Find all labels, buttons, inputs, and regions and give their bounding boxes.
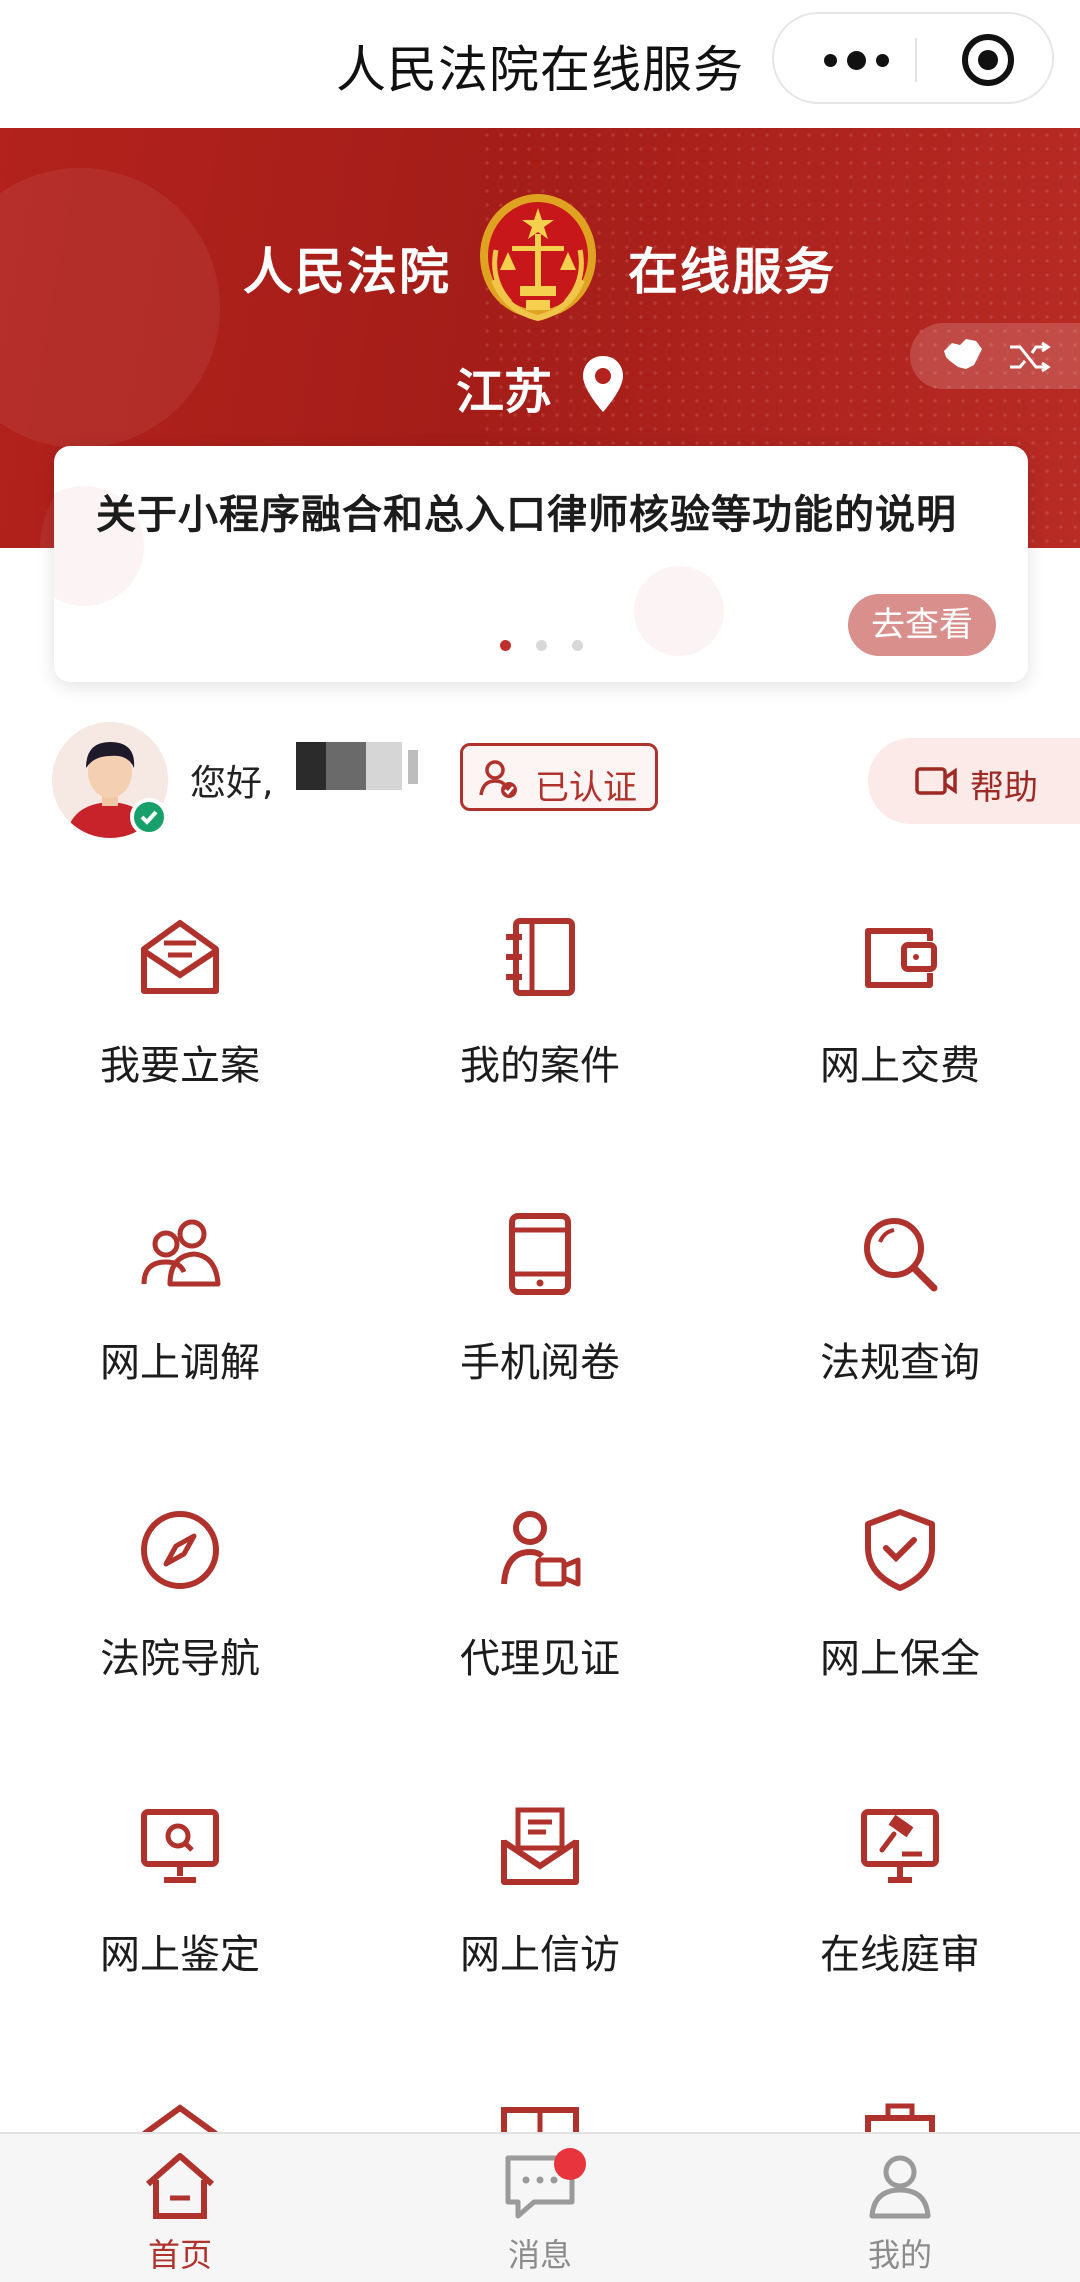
tablet-icon bbox=[509, 1213, 571, 1295]
video-camera-icon bbox=[915, 767, 957, 795]
partial-service-icon bbox=[501, 2107, 579, 2134]
verified-check-icon bbox=[130, 798, 168, 836]
more-dots-icon[interactable] bbox=[810, 40, 902, 80]
banner-glow bbox=[0, 168, 220, 448]
service-label: 网上交费 bbox=[820, 1043, 980, 1089]
brand-right: 在线服务 bbox=[628, 243, 836, 301]
brand-left: 人民法院 bbox=[243, 243, 451, 301]
magnifier-icon bbox=[864, 1218, 938, 1292]
partial-service-icon bbox=[865, 2103, 935, 2134]
service-label: 网上信访 bbox=[460, 1932, 620, 1978]
service-label: 法院导航 bbox=[100, 1636, 260, 1682]
tab-home[interactable]: 首页 bbox=[30, 2134, 330, 2282]
service-appraisal[interactable]: 网上鉴定 bbox=[30, 1804, 330, 2024]
carousel-dot bbox=[571, 640, 583, 651]
service-my-cases[interactable]: 我的案件 bbox=[390, 915, 690, 1135]
service-law-search[interactable]: 法规查询 bbox=[750, 1212, 1050, 1432]
bottom-tab-bar: 首页 消息 我的 bbox=[0, 2132, 1080, 2282]
service-label: 网上调解 bbox=[100, 1340, 260, 1386]
help-button[interactable]: 帮助 bbox=[868, 738, 1080, 824]
unread-badge bbox=[554, 2148, 586, 2180]
envelope-open-icon bbox=[141, 920, 219, 994]
service-mediation[interactable]: 网上调解 bbox=[30, 1212, 330, 1432]
service-agent-witness[interactable]: 代理见证 bbox=[390, 1508, 690, 1728]
service-label: 在线庭审 bbox=[820, 1932, 980, 1978]
masked-username bbox=[296, 742, 424, 790]
service-petition[interactable]: 网上信访 bbox=[390, 1804, 690, 2024]
shuffle-icon bbox=[1010, 341, 1051, 373]
tab-messages[interactable]: 消息 bbox=[390, 2134, 690, 2282]
service-label: 代理见证 bbox=[460, 1636, 620, 1682]
verified-badge[interactable]: 已认证 bbox=[460, 743, 658, 811]
service-preservation[interactable]: 网上保全 bbox=[750, 1508, 1050, 1728]
home-icon bbox=[146, 2153, 214, 2219]
tab-profile[interactable]: 我的 bbox=[750, 2134, 1050, 2282]
service-read-files[interactable]: 手机阅卷 bbox=[390, 1212, 690, 1432]
service-label: 网上保全 bbox=[820, 1636, 980, 1682]
service-court-navigation[interactable]: 法院导航 bbox=[30, 1508, 330, 1728]
service-label: 网上鉴定 bbox=[100, 1932, 260, 1978]
carousel-dot bbox=[499, 640, 511, 651]
court-emblem-icon bbox=[480, 194, 596, 322]
person-icon bbox=[869, 2155, 931, 2219]
carousel-dot bbox=[535, 640, 547, 651]
tab-label: 消息 bbox=[507, 2236, 572, 2274]
greeting-text: 您好, bbox=[190, 763, 274, 804]
notice-text[interactable]: 关于小程序融合和总入口律师核验等功能的说明 bbox=[96, 482, 957, 540]
location-pin-icon[interactable] bbox=[580, 354, 626, 414]
view-notice-button[interactable]: 去查看 bbox=[848, 594, 996, 656]
region-switcher[interactable] bbox=[910, 323, 1080, 389]
region-label[interactable]: 江苏 bbox=[456, 352, 552, 422]
service-label: 我的案件 bbox=[460, 1043, 620, 1089]
compass-icon bbox=[141, 1511, 219, 1589]
mini-program-capsule bbox=[772, 12, 1054, 104]
service-pay-fees[interactable]: 网上交费 bbox=[750, 915, 1050, 1135]
help-label: 帮助 bbox=[970, 768, 1038, 808]
monitor-search-icon bbox=[141, 1809, 219, 1883]
notebook-icon bbox=[506, 918, 575, 996]
tab-label: 我的 bbox=[867, 2236, 932, 2274]
china-map-icon bbox=[944, 339, 982, 369]
capsule-divider bbox=[915, 38, 917, 82]
users-icon bbox=[141, 1219, 221, 1287]
service-online-trial[interactable]: 在线庭审 bbox=[750, 1804, 1050, 2024]
verified-label: 已认证 bbox=[535, 768, 637, 808]
partial-service-icon bbox=[142, 2104, 218, 2134]
tab-label: 首页 bbox=[147, 2236, 212, 2274]
notice-card[interactable]: 关于小程序融合和总入口律师核验等功能的说明 去查看 bbox=[54, 446, 1028, 682]
shield-check-icon bbox=[865, 1509, 935, 1591]
wallet-icon bbox=[865, 928, 937, 988]
service-file-case[interactable]: 我要立案 bbox=[30, 915, 330, 1135]
user-video-icon bbox=[501, 1511, 581, 1587]
gavel-screen-icon bbox=[861, 1809, 939, 1883]
service-label: 法规查询 bbox=[820, 1340, 980, 1386]
service-label: 我要立案 bbox=[100, 1043, 260, 1089]
title-bar: 人民法院在线服务 bbox=[0, 0, 1080, 128]
user-check-icon bbox=[479, 760, 517, 798]
target-icon[interactable] bbox=[962, 34, 1014, 86]
letter-icon bbox=[501, 1807, 579, 1885]
service-label: 手机阅卷 bbox=[460, 1340, 620, 1386]
